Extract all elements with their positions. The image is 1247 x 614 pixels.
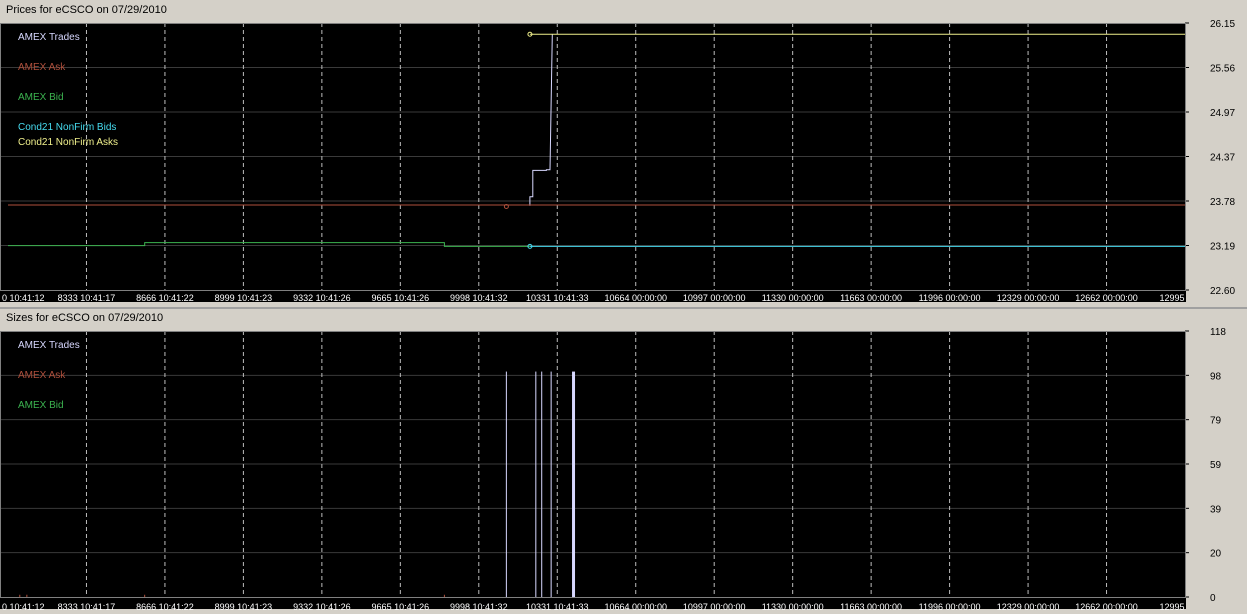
price-legend-cond21-nonfirm-asks: Cond21 NonFirm Asks: [18, 137, 118, 148]
size-x-tick-label: 11996 00:00:00: [919, 602, 981, 612]
size-x-tick-label: 0 10:41:12: [2, 602, 45, 612]
bar-amex-ask: [144, 594, 146, 597]
size-y-tick-label: 20: [1210, 549, 1222, 560]
price-legend-amex-bid: AMEX Bid: [18, 92, 64, 103]
size-x-tick-label: 11330 00:00:00: [762, 602, 824, 612]
size-x-tick-label: 9998 10:41:32: [450, 602, 508, 612]
price-x-tick-label: 10331 10:41:33: [526, 293, 589, 303]
size-legend-amex-trades: AMEX Trades: [18, 340, 80, 351]
price-x-tick-label: 10664 00:00:00: [604, 293, 667, 303]
price-x-tick-label: 11996 00:00:00: [919, 293, 981, 303]
price-x-tick-label: 8999 10:41:23: [215, 293, 273, 303]
price-x-tick-label: 9665 10:41:26: [372, 293, 430, 303]
price-y-tick-label: 23.78: [1210, 197, 1235, 208]
price-y-tick-label: 25.56: [1210, 64, 1235, 75]
price-x-tick-label: 11663 00:00:00: [840, 293, 902, 303]
bar-amex-ask: [19, 594, 21, 597]
size-y-tick-label: 0: [1210, 593, 1216, 604]
panel-separator: [0, 307, 1247, 309]
price-x-tick-label: 12329 00:00:00: [997, 293, 1060, 303]
price-x-tick-label: 11330 00:00:00: [762, 293, 824, 303]
size-x-tick-label: 8666 10:41:22: [136, 602, 194, 612]
price-x-tick-label: 10997 00:00:00: [683, 293, 746, 303]
price-legend-cond21-nonfirm-bids: Cond21 NonFirm Bids: [18, 122, 116, 133]
bar-amex-trades: [550, 371, 552, 597]
size-x-tick-label: 10664 00:00:00: [604, 602, 667, 612]
price-x-tick-label: 0 10:41:12: [2, 293, 45, 303]
size-x-tick-label: 8999 10:41:23: [215, 602, 273, 612]
price-x-tick-label: 12995: [1159, 293, 1184, 303]
size-y-tick-label: 118: [1210, 327, 1226, 338]
size-x-tick-label: 11663 00:00:00: [840, 602, 902, 612]
size-x-tick-label: 8333 10:41:17: [58, 602, 116, 612]
price-y-tick-label: 24.97: [1210, 108, 1235, 119]
bar-amex-ask: [26, 594, 28, 597]
price-x-tick-label: 8333 10:41:17: [58, 293, 116, 303]
size-y-tick-label: 39: [1210, 504, 1222, 515]
bar-amex-trades: [505, 371, 507, 597]
size-y-tick-label: 59: [1210, 460, 1222, 471]
chart-canvas: 26.15 25.56 24.97 24.37 23.78 23.19 22.60 0 10:…: [0, 17, 1247, 612]
price-y-tick-label: 23.19: [1210, 242, 1235, 253]
size-x-tick-label: 12662 00:00:00: [1075, 602, 1138, 612]
size-x-tick-label: 10997 00:00:00: [683, 602, 746, 612]
price-x-tick-label: 9998 10:41:32: [450, 293, 508, 303]
bar-amex-trades: [572, 371, 576, 597]
size-y-tick-label: 79: [1210, 416, 1222, 427]
price-y-tick-label: 22.60: [1210, 286, 1235, 297]
size-legend-amex-bid: AMEX Bid: [18, 400, 64, 411]
size-y-tick-label: 98: [1210, 371, 1222, 382]
price-legend-amex-ask: AMEX Ask: [18, 62, 66, 73]
price-x-tick-label: 12662 00:00:00: [1075, 293, 1138, 303]
bar-amex-trades: [541, 371, 543, 597]
size-x-tick-label: 9665 10:41:26: [372, 602, 430, 612]
size-x-tick-label: 9332 10:41:26: [293, 602, 351, 612]
size-x-tick-label: 12995: [1159, 602, 1184, 612]
price-x-tick-label: 8666 10:41:22: [136, 293, 194, 303]
bar-amex-ask: [443, 594, 445, 597]
size-legend-amex-ask: AMEX Ask: [18, 370, 66, 381]
price-y-tick-label: 26.15: [1210, 19, 1235, 30]
price-x-tick-label: 9332 10:41:26: [293, 293, 351, 303]
size-x-tick-label: 12329 00:00:00: [997, 602, 1060, 612]
bar-amex-trades: [535, 371, 537, 597]
price-y-tick-label: 24.37: [1210, 153, 1235, 164]
size-x-tick-label: 10331 10:41:33: [526, 602, 589, 612]
price-legend-amex-trades: AMEX Trades: [18, 32, 80, 43]
